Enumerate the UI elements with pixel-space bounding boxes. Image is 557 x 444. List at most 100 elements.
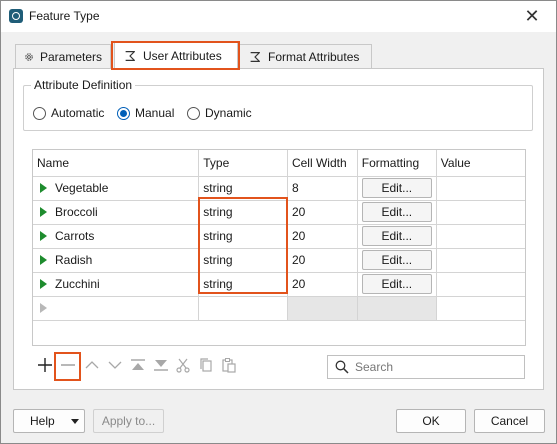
search-icon — [335, 360, 349, 374]
row-expand-icon[interactable] — [40, 255, 47, 265]
row-expand-icon[interactable] — [40, 183, 47, 193]
name-cell[interactable]: Broccoli — [33, 199, 200, 225]
move-top-icon[interactable] — [128, 355, 148, 375]
caret-down-icon[interactable] — [71, 419, 79, 424]
formatting-cell-new — [356, 295, 437, 321]
width-cell[interactable]: 20 — [286, 199, 358, 225]
apply-to-button[interactable]: Apply to... — [93, 409, 164, 433]
type-cell[interactable]: string — [198, 247, 288, 273]
formatting-cell: Edit... — [356, 223, 437, 249]
radio-label: Manual — [135, 106, 175, 120]
window-title: Feature Type — [29, 9, 100, 23]
tab-label: Parameters — [39, 50, 102, 64]
radio-button-selected[interactable] — [117, 106, 130, 120]
copy-icon[interactable] — [196, 355, 216, 375]
edit-formatting-button[interactable]: Edit... — [361, 226, 432, 246]
tab-format-attributes[interactable]: Format Attributes — [239, 44, 372, 69]
radio-dynamic[interactable]: Dynamic — [187, 106, 252, 120]
sigma-icon — [125, 51, 135, 61]
radio-label: Dynamic — [205, 106, 252, 120]
value-cell[interactable] — [435, 247, 525, 273]
formatting-cell: Edit... — [356, 199, 437, 225]
column-header-cell-width[interactable]: Cell Width — [286, 150, 358, 177]
plus-icon[interactable] — [35, 355, 55, 375]
table-row[interactable]: Broccoli string 20 Edit... — [33, 199, 525, 225]
name-cell[interactable]: Zucchini — [33, 271, 200, 297]
help-label: Help — [30, 414, 55, 428]
edit-formatting-button[interactable]: Edit... — [361, 250, 432, 270]
radio-automatic[interactable]: Automatic — [33, 106, 104, 120]
attribute-name: Broccoli — [55, 205, 98, 219]
formatting-cell: Edit... — [356, 175, 437, 201]
table-row[interactable]: Vegetable string 8 Edit... — [33, 175, 525, 201]
close-icon[interactable]: ✕ — [522, 6, 542, 26]
attributes-table: Name Type Cell Width Formatting Value Ve… — [32, 149, 526, 346]
type-cell[interactable]: string — [198, 271, 288, 297]
gear-icon — [25, 53, 33, 61]
table-new-row[interactable] — [33, 295, 525, 321]
app-icon — [9, 9, 23, 23]
ok-button[interactable]: OK — [396, 409, 466, 433]
name-cell[interactable]: Radish — [33, 247, 200, 273]
column-header-formatting[interactable]: Formatting — [356, 150, 437, 177]
row-expand-icon[interactable] — [40, 207, 47, 217]
attribute-name: Radish — [55, 253, 93, 267]
name-cell-new[interactable] — [33, 295, 200, 321]
paste-icon[interactable] — [219, 355, 239, 375]
width-cell[interactable]: 20 — [286, 271, 358, 297]
chevron-down-icon[interactable] — [105, 355, 125, 375]
cut-icon[interactable] — [173, 355, 193, 375]
minus-icon[interactable] — [58, 355, 78, 375]
table-row[interactable]: Carrots string 20 Edit... — [33, 223, 525, 249]
attribute-name: Zucchini — [55, 277, 100, 291]
formatting-cell: Edit... — [356, 271, 437, 297]
title-bar: Feature Type ✕ — [1, 1, 556, 32]
attribute-name: Vegetable — [55, 181, 109, 195]
radio-manual[interactable]: Manual — [117, 106, 174, 120]
width-cell[interactable]: 20 — [286, 223, 358, 249]
group-title: Attribute Definition — [31, 78, 136, 92]
edit-formatting-button[interactable]: Edit... — [361, 274, 432, 294]
attribute-name: Carrots — [55, 229, 95, 243]
row-expand-icon[interactable] — [40, 231, 47, 241]
sigma-icon — [250, 52, 260, 62]
radio-label: Automatic — [51, 106, 105, 120]
chevron-up-icon[interactable] — [82, 355, 102, 375]
tab-label: Format Attributes — [268, 50, 360, 64]
search-box — [327, 355, 525, 379]
move-bottom-icon[interactable] — [151, 355, 171, 375]
tab-label: User Attributes — [143, 49, 222, 63]
value-cell[interactable] — [435, 199, 525, 225]
radio-button[interactable] — [33, 106, 46, 120]
type-cell[interactable]: string — [198, 223, 288, 249]
width-cell[interactable]: 8 — [286, 175, 358, 201]
tab-user-attributes[interactable]: User Attributes — [114, 42, 238, 69]
search-input[interactable] — [353, 359, 513, 375]
new-row-icon — [40, 303, 47, 313]
type-cell-new[interactable] — [198, 295, 288, 321]
type-cell[interactable]: string — [198, 199, 288, 225]
name-cell[interactable]: Vegetable — [33, 175, 200, 201]
table-header-row: Name Type Cell Width Formatting Value — [33, 150, 525, 177]
width-cell[interactable]: 20 — [286, 247, 358, 273]
width-cell-new — [286, 295, 358, 321]
formatting-cell: Edit... — [356, 247, 437, 273]
value-cell[interactable] — [435, 223, 525, 249]
row-expand-icon[interactable] — [40, 279, 47, 289]
edit-formatting-button[interactable]: Edit... — [361, 202, 432, 222]
column-header-name[interactable]: Name — [33, 150, 200, 177]
help-button[interactable]: Help — [13, 409, 85, 433]
radio-button[interactable] — [187, 106, 200, 120]
tab-parameters[interactable]: Parameters — [15, 44, 111, 69]
value-cell[interactable] — [435, 175, 525, 201]
edit-formatting-button[interactable]: Edit... — [361, 178, 432, 198]
value-cell[interactable] — [435, 271, 525, 297]
table-row[interactable]: Radish string 20 Edit... — [33, 247, 525, 273]
type-cell[interactable]: string — [198, 175, 288, 201]
column-header-type[interactable]: Type — [198, 150, 288, 177]
table-row[interactable]: Zucchini string 20 Edit... — [33, 271, 525, 297]
column-header-value[interactable]: Value — [435, 150, 525, 177]
name-cell[interactable]: Carrots — [33, 223, 200, 249]
value-cell-new[interactable] — [435, 295, 525, 321]
cancel-button[interactable]: Cancel — [474, 409, 545, 433]
